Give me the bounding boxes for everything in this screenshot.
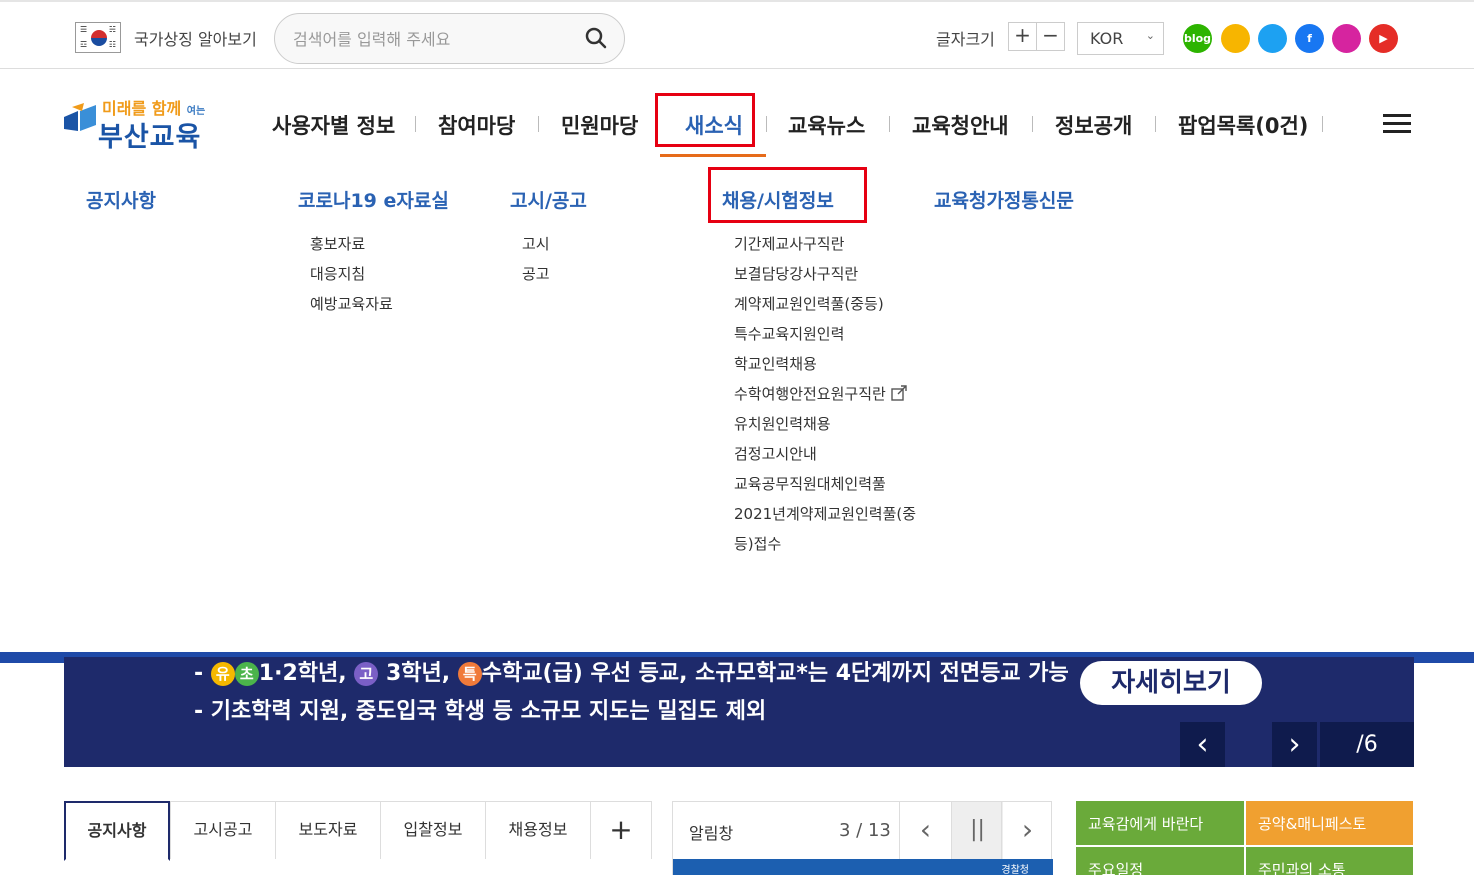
main-visual-banner: - 유 초 1·2학년, 고 3학년, 특 수학교(급) 우선 등교, 소규모학교*는… [64,657,1414,767]
submenu-item[interactable]: 유치원인력채용 [734,413,831,434]
busan-education-logo[interactable]: 미래를 함께 여는 부산교육 [62,95,222,155]
menu-divider [415,116,416,132]
submenu-item-label: 수학여행안전요원구직란 [734,385,886,403]
banner-next-button[interactable]: › [1272,722,1317,767]
top-utility-bar: ☰ ☵ ☲ ☷ 국가상징 알아보기 글자크기 + − KOR ⌄ blog f … [0,0,1474,69]
trigram-icon: ☰ [80,25,88,34]
national-symbol-link[interactable]: 국가상징 알아보기 [134,26,257,50]
alert-window: 알림창 3 / 13 ‹ || › 경찰청 [672,801,1053,875]
trigram-icon: ☵ [108,25,116,34]
submenu-newsletter[interactable]: 교육청가정통신문 [934,186,1074,213]
menu-divider [1032,116,1033,132]
highschool-badge: 고 [354,662,379,686]
trigram-icon: ☲ [80,40,88,49]
highlight-box [655,93,755,147]
main-navigation: 미래를 함께 여는 부산교육 사용자별 정보 참여마당 민원마당 새소식 교육뉴… [0,70,1474,160]
language-value: KOR [1090,29,1124,48]
submenu-item[interactable]: 등)접수 [734,533,781,554]
elementary-badge: 초 [234,662,259,686]
special-school-badge: 특 [457,662,482,686]
menu-office-guide[interactable]: 교육청안내 [912,110,1009,140]
submenu-item[interactable]: 학교인력채용 [734,353,817,374]
youtube-icon[interactable]: ▶ [1369,24,1398,53]
alert-pause-button[interactable]: || [951,802,1003,859]
book-logo-icon [64,103,96,131]
tab-notice[interactable]: 공지사항 [64,801,170,861]
hamburger-menu-icon[interactable] [1383,114,1411,134]
logo-title: 부산교육 [98,122,202,153]
search-input[interactable] [293,26,573,52]
external-link-icon [890,385,907,401]
submenu-announcements[interactable]: 고시/공고 [510,186,587,213]
menu-divider [538,116,539,132]
view-details-button[interactable]: 자세히보기 [1080,661,1262,705]
submenu-item[interactable]: 보결담당강사구직란 [734,263,858,284]
submenu-item[interactable]: 예방교육자료 [310,293,393,314]
submenu-item[interactable]: 대응지침 [310,263,365,284]
quick-link-schedule[interactable]: 주요일정 [1076,847,1244,875]
alert-image[interactable]: 경찰청 [673,859,1053,875]
submenu-item[interactable]: 특수교육지원인력 [734,323,844,344]
taegeuk-icon [91,30,107,46]
banner-text-line1: - 유 초 1·2학년, 고 3학년, 특 수학교(급) 우선 등교, 소규모학교*는… [194,661,1069,686]
tab-press[interactable]: 보도자료 [275,801,381,859]
submenu-item[interactable]: 교육공무직원대체인력풀 [734,473,886,494]
tab-recruitment[interactable]: 채용정보 [485,801,591,859]
font-size-label: 글자크기 [936,30,995,49]
submenu-covid-resources[interactable]: 코로나19 e자료실 [298,186,449,213]
submenu-item[interactable]: 홍보자료 [310,233,365,254]
tab-announcement[interactable]: 고시공고 [170,801,276,859]
banner-text-line2: - 기초학력 지원, 중도입국 학생 등 소규모 지도는 밀집도 제외 [194,699,767,724]
facebook-icon[interactable]: f [1295,24,1324,53]
submenu-item[interactable]: 검정고시안내 [734,443,817,464]
instagram-icon[interactable] [1332,24,1361,53]
alert-next-button[interactable]: › [1001,802,1053,859]
menu-user-info[interactable]: 사용자별 정보 [272,110,395,140]
menu-divider [766,116,767,132]
twitter-icon[interactable] [1258,24,1287,53]
quick-link-superintendent[interactable]: 교육감에게 바란다 [1076,801,1244,845]
banner-page-indicator: /6 [1320,722,1414,767]
alert-counter: 3 / 13 [839,820,891,841]
menu-information-disclosure[interactable]: 정보공개 [1055,110,1132,140]
submenu-notice[interactable]: 공지사항 [86,186,156,213]
kindergarten-badge: 유 [210,662,235,686]
chevron-down-icon: ⌄ [1145,29,1155,42]
trigram-icon: ☷ [108,40,116,49]
blog-icon[interactable]: blog [1183,24,1212,53]
menu-education-news[interactable]: 교육뉴스 [788,110,865,140]
kakaostory-icon[interactable] [1221,24,1250,53]
submenu-item[interactable]: 기간제교사구직란 [734,233,844,254]
alert-title: 알림창 [689,824,734,843]
menu-civil-service[interactable]: 민원마당 [561,110,638,140]
active-menu-indicator [660,154,766,157]
quick-link-communication[interactable]: 주민과의 소통 [1246,847,1413,875]
menu-divider [1322,116,1323,132]
tab-bidding[interactable]: 입찰정보 [380,801,486,859]
news-submenu-panel: 공지사항 코로나19 e자료실 홍보자료 대응지침 예방교육자료 고시/공고 고… [0,160,1474,652]
menu-divider [889,116,890,132]
submenu-item[interactable]: 수학여행안전요원구직란 [734,383,907,404]
alert-prev-button[interactable]: ‹ [899,802,951,859]
font-increase-button[interactable]: + [1008,22,1037,51]
menu-divider [1155,116,1156,132]
search-box [274,13,625,64]
submenu-item[interactable]: 계약제교원인력풀(중등) [734,293,884,314]
submenu-item[interactable]: 2021년계약제교원인력풀(중 [734,503,916,524]
highlight-box [708,167,867,223]
korea-flag-icon[interactable]: ☰ ☵ ☲ ☷ [75,22,121,53]
banner-prev-button[interactable]: ‹ [1180,722,1225,767]
search-icon[interactable] [584,26,608,50]
submenu-item[interactable]: 고시 [522,233,550,254]
menu-popup-list[interactable]: 팝업목록(0건) [1178,110,1308,140]
submenu-item[interactable]: 공고 [522,263,550,284]
menu-participation[interactable]: 참여마당 [438,110,515,140]
more-plus-button[interactable]: + [590,801,652,859]
quick-link-manifesto[interactable]: 공약&매니페스토 [1246,801,1413,845]
language-select[interactable]: KOR ⌄ [1077,22,1164,55]
board-tabs: 공지사항 고시공고 보도자료 입찰정보 채용정보 + [64,801,652,861]
font-decrease-button[interactable]: − [1036,22,1065,51]
